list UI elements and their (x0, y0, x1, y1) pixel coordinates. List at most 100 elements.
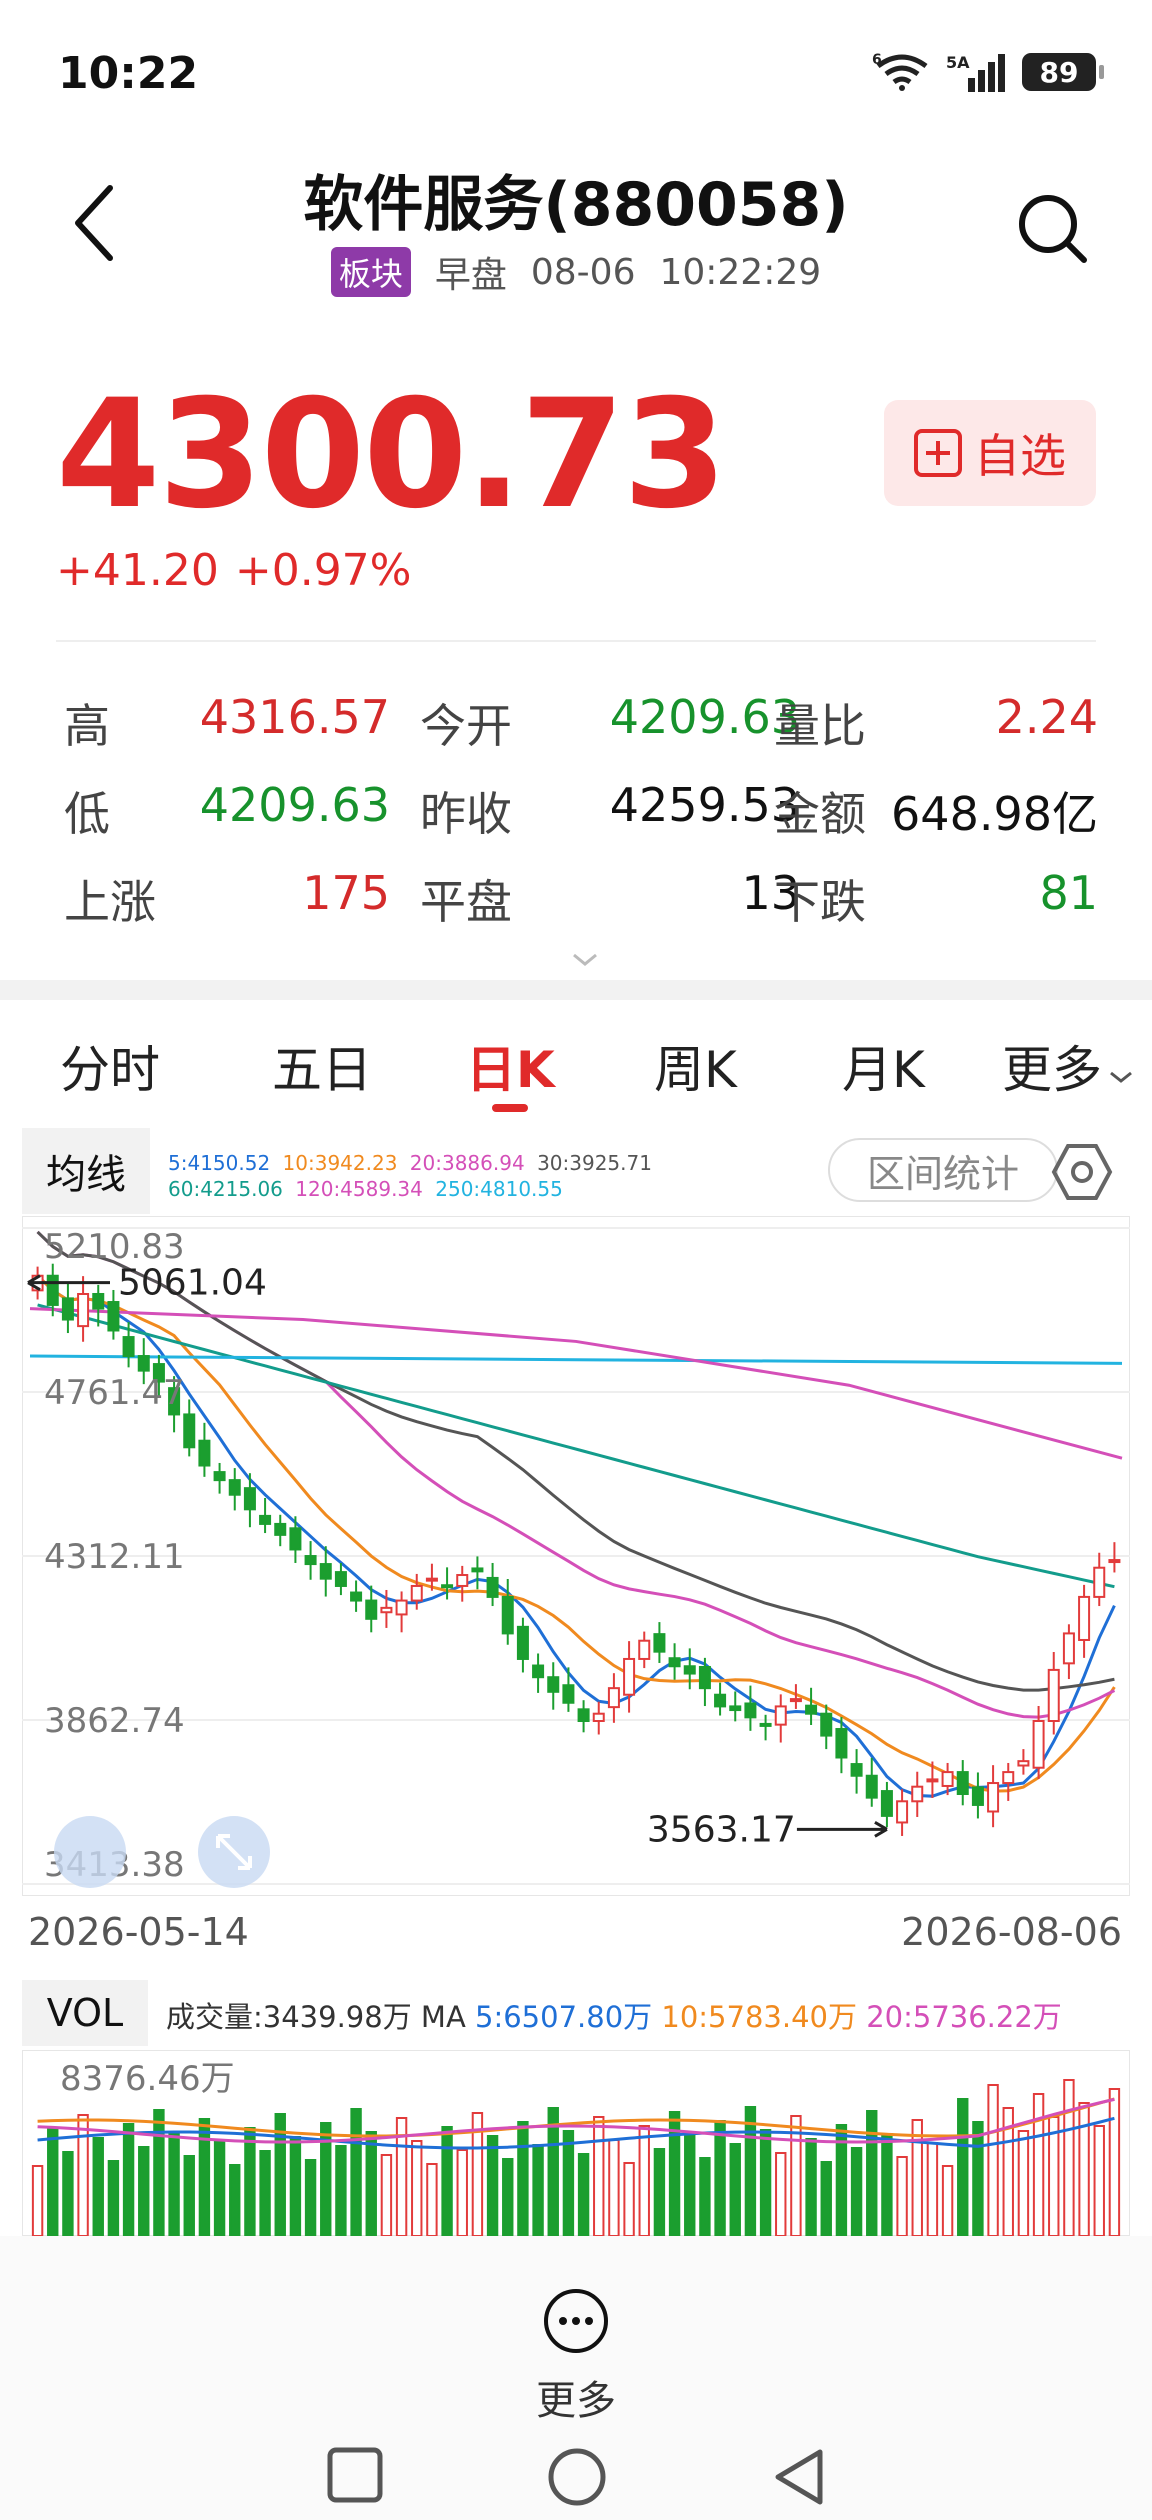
candle (486, 1576, 499, 1598)
stat-value: 4209.63 (609, 690, 800, 744)
candle (46, 1274, 59, 1306)
stats-row: 上涨 175 平盘 13 下跌 81 (64, 866, 1098, 954)
candle (61, 1297, 74, 1321)
stat-value: 175 (302, 866, 390, 920)
ma-label[interactable]: 均线 (22, 1128, 150, 1214)
volume-bar (1063, 2079, 1075, 2236)
candle (1093, 1566, 1106, 1598)
stat-value: 648.98亿 (891, 787, 1098, 841)
volume-bar (1032, 2093, 1045, 2236)
volume-bar (941, 2165, 954, 2236)
vol-max-label: 8376.46万 (60, 2059, 235, 2099)
vol-label[interactable]: VOL (22, 1980, 148, 2046)
volume-bar (577, 2153, 590, 2236)
candle (698, 1665, 711, 1690)
header: 软件服务(880058) 板块 早盘 08-06 10:22:29 (0, 150, 1152, 320)
volume-bar (335, 2145, 347, 2236)
home-icon[interactable] (546, 2446, 608, 2508)
volume-bar (502, 2158, 514, 2236)
back-nav-icon[interactable] (770, 2446, 828, 2508)
volume-chart[interactable]: 8376.46万 (22, 2050, 1130, 2236)
active-tab-indicator (492, 1104, 528, 1112)
tab-intraday[interactable]: 分时 (60, 1030, 160, 1102)
more-icon[interactable] (541, 2286, 611, 2356)
candle (410, 1584, 423, 1602)
candle (1062, 1632, 1075, 1665)
volume-bar (881, 2133, 893, 2236)
add-favorite-label: 自选 (974, 429, 1066, 483)
change-value: +41.20 (56, 545, 219, 596)
volume-bar (62, 2151, 74, 2236)
stats-row: 低 4209.63 昨收 4259.53 金额 648.98亿 (64, 778, 1098, 866)
stat-label: 平盘 (420, 875, 512, 929)
volume-bar (198, 2118, 211, 2236)
candle (865, 1774, 878, 1799)
more-label[interactable]: 更多 (0, 2368, 1152, 2426)
candle (365, 1599, 378, 1620)
ma-legend: 5:4150.52 10:3942.23 20:3886.94 30:3925.… (168, 1150, 658, 1202)
y-tick-label: 4761.47 (44, 1373, 185, 1413)
candle (456, 1574, 469, 1587)
tab-weekly-k[interactable]: 周K (654, 1030, 737, 1102)
ma-legend-item: 10:3942.23 (282, 1151, 398, 1175)
volume-bar (47, 2128, 59, 2236)
status-icons: 6 5A 89 (872, 52, 1104, 92)
candle (183, 1413, 196, 1449)
candle (744, 1702, 757, 1719)
volume-bar (153, 2109, 165, 2236)
price-change: +41.20 +0.97% (56, 545, 412, 596)
candle (623, 1657, 636, 1696)
volume-bar (426, 2163, 438, 2236)
chart-tabs: 分时 五日 日K 周K 月K 更多 (0, 1000, 1152, 1120)
volume-bar (289, 2136, 302, 2236)
stat-label: 高 (64, 699, 110, 753)
stat-label: 低 (64, 787, 110, 841)
volume-bar (107, 2160, 120, 2236)
signal-icon: 5A (946, 53, 1005, 92)
volume-bar (608, 2139, 620, 2236)
session-label: 早盘 (434, 255, 507, 296)
tab-daily-k[interactable]: 日K (466, 1030, 555, 1102)
wifi-icon: 6 (872, 52, 928, 91)
chevron-down-icon[interactable] (570, 950, 600, 970)
candle (107, 1301, 120, 1332)
volume-bar (623, 2162, 635, 2236)
ma-legend-item: 120:4589.34 (295, 1177, 423, 1201)
current-price: 4300.73 (56, 368, 727, 542)
volume-bar (456, 2149, 468, 2236)
subtitle: 板块 早盘 08-06 10:22:29 (0, 246, 1152, 298)
tab-more[interactable]: 更多 (1002, 1030, 1134, 1102)
stats-grid: 高 4316.57 今开 4209.63 量比 2.24 低 4209.63 昨… (64, 690, 1098, 954)
tab-five-day[interactable]: 五日 (272, 1030, 372, 1102)
candle (259, 1514, 272, 1525)
volume-bar (729, 2143, 741, 2236)
y-tick-label: 3862.74 (44, 1701, 185, 1741)
range-stats-button[interactable]: 区间统计 (828, 1138, 1058, 1202)
candle (562, 1684, 575, 1704)
candle (653, 1633, 666, 1653)
y-tick-label: 4312.11 (44, 1537, 185, 1577)
tab-monthly-k[interactable]: 月K (842, 1030, 925, 1102)
divider (56, 640, 1096, 642)
plus-icon (914, 429, 962, 477)
add-favorite-button[interactable]: 自选 (884, 400, 1096, 506)
stat-label: 今开 (420, 699, 512, 753)
search-icon[interactable] (1012, 188, 1092, 268)
volume-bar (684, 2134, 696, 2236)
candle (425, 1577, 438, 1582)
candle (607, 1687, 620, 1709)
volume-bar (593, 2116, 605, 2236)
candle (1108, 1559, 1121, 1564)
candle (547, 1676, 560, 1693)
candle (911, 1785, 924, 1803)
settings-hexagon-icon[interactable] (1050, 1140, 1114, 1204)
y-tick-label: 5210.83 (44, 1227, 185, 1267)
recent-apps-icon[interactable] (326, 2446, 384, 2504)
candlestick-chart[interactable]: 5210.834761.474312.113862.743413.38 5061… (22, 1216, 1130, 1896)
volume-bar (759, 2129, 772, 2236)
ma-legend-item: 20:3886.94 (409, 1151, 525, 1175)
swipe-hint-icon[interactable] (54, 1816, 126, 1888)
system-navigation (0, 2436, 1152, 2520)
stats-row: 高 4316.57 今开 4209.63 量比 2.24 (64, 690, 1098, 778)
candle (350, 1591, 363, 1602)
